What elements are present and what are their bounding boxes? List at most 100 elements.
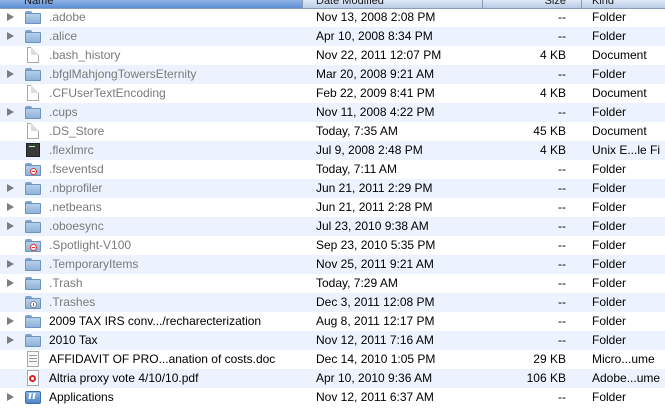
disclosure-triangle[interactable] (7, 65, 17, 84)
file-kind: Folder (592, 162, 627, 176)
file-date-modified: Dec 14, 2010 1:05 PM (316, 352, 436, 366)
file-name: .Spotlight-V100 (49, 238, 132, 252)
disclosure-triangle[interactable] (7, 255, 17, 274)
file-name: .DS_Store (49, 124, 105, 138)
file-list: .adobe Nov 13, 2008 2:08 PM -- Folder .alice… (0, 8, 665, 407)
unix-executable-icon (24, 142, 44, 161)
file-size: -- (558, 162, 566, 176)
folder-icon (24, 313, 44, 332)
file-row[interactable]: Altria proxy vote 4/10/10.pdf Apr 10, 201… (0, 369, 665, 388)
file-date-modified: Jun 21, 2011 2:28 PM (316, 200, 433, 214)
file-kind: Adobe...ume (592, 371, 661, 385)
disclosure-triangle (7, 350, 17, 369)
file-row[interactable]: .CFUserTextEncoding Feb 22, 2009 8:41 PM 4… (0, 84, 665, 103)
disclosure-triangle-icon[interactable] (7, 108, 14, 116)
disclosure-triangle[interactable] (7, 388, 17, 407)
file-date-modified: Dec 3, 2011 12:08 PM (316, 295, 435, 309)
folder-icon (24, 66, 44, 85)
file-size: -- (558, 257, 566, 271)
file-size: -- (558, 333, 566, 347)
file-row[interactable]: .bfglMahjongTowersEternity Mar 20, 2008 9… (0, 65, 665, 84)
file-row[interactable]: 2009 TAX IRS conv.../recharecterization A… (0, 312, 665, 331)
file-row[interactable]: .Spotlight-V100 Sep 23, 2010 5:35 PM -- Fol… (0, 236, 665, 255)
file-row[interactable]: .Trashes Dec 3, 2011 12:08 PM -- Folder (0, 293, 665, 312)
file-date-modified: Nov 13, 2008 2:08 PM (316, 10, 436, 24)
file-date-modified: Aug 8, 2011 12:17 PM (316, 314, 435, 328)
file-size: -- (558, 10, 566, 24)
file-name: 2010 Tax (49, 333, 98, 347)
file-kind: Folder (592, 333, 627, 347)
file-row[interactable]: .bash_history Nov 22, 2011 12:07 PM 4 KB Do… (0, 46, 665, 65)
file-date-modified: Today, 7:11 AM (316, 162, 397, 176)
file-row[interactable]: .fseventsd Today, 7:11 AM -- Folder (0, 160, 665, 179)
disclosure-triangle[interactable] (7, 331, 17, 350)
disclosure-triangle (7, 236, 17, 255)
disclosure-triangle (7, 141, 17, 160)
disclosure-triangle-icon[interactable] (7, 260, 14, 268)
file-row[interactable]: 2010 Tax Nov 12, 2011 7:16 AM -- Folder (0, 331, 665, 350)
file-row[interactable]: AFFIDAVIT OF PRO...anation of costs.doc D… (0, 350, 665, 369)
disclosure-triangle[interactable] (7, 103, 17, 122)
column-header-name[interactable]: Name (24, 0, 294, 8)
file-date-modified: Mar 20, 2008 9:21 AM (316, 67, 435, 81)
file-row[interactable]: .netbeans Jun 21, 2011 2:28 PM -- Folder (0, 198, 665, 217)
column-separator[interactable] (482, 0, 483, 8)
disclosure-triangle-icon[interactable] (7, 70, 14, 78)
file-row[interactable]: Applications Nov 12, 2011 6:37 AM -- Folder (0, 388, 665, 407)
file-date-modified: Nov 12, 2011 6:37 AM (316, 390, 434, 404)
disclosure-triangle-icon[interactable] (7, 13, 14, 21)
file-size: -- (558, 219, 566, 233)
word-document-icon (24, 351, 44, 370)
disclosure-triangle-icon[interactable] (7, 336, 14, 344)
file-size: -- (558, 29, 566, 43)
disclosure-triangle-icon[interactable] (7, 32, 14, 40)
disclosure-triangle-icon[interactable] (7, 203, 14, 211)
folder-icon (24, 256, 44, 275)
disclosure-triangle[interactable] (7, 198, 17, 217)
file-name: Applications (49, 390, 114, 404)
file-row[interactable]: .cups Nov 11, 2008 4:22 PM -- Folder (0, 103, 665, 122)
file-row[interactable]: .DS_Store Today, 7:35 AM 45 KB Document (0, 122, 665, 141)
folder-icon (24, 9, 44, 28)
file-size: 4 KB (539, 86, 566, 100)
column-separator[interactable] (581, 0, 582, 8)
disclosure-triangle-icon[interactable] (7, 279, 14, 287)
file-row[interactable]: .TemporaryItems Nov 25, 2011 9:21 AM -- Fol… (0, 255, 665, 274)
file-kind: Folder (592, 314, 627, 328)
file-kind: Folder (592, 105, 627, 119)
file-size: -- (558, 200, 566, 214)
disclosure-triangle[interactable] (7, 8, 17, 27)
file-row[interactable]: .adobe Nov 13, 2008 2:08 PM -- Folder (0, 8, 665, 27)
column-header-kind[interactable]: Kind (592, 0, 662, 8)
file-size: 4 KB (539, 48, 566, 62)
folder-icon (24, 275, 44, 294)
disclosure-triangle[interactable] (7, 179, 17, 198)
file-kind: Folder (592, 257, 627, 271)
file-date-modified: Jul 9, 2008 2:48 PM (316, 143, 423, 157)
file-row[interactable]: .oboesync Jul 23, 2010 9:38 AM -- Folder (0, 217, 665, 236)
disclosure-triangle-icon[interactable] (7, 317, 14, 325)
disclosure-triangle[interactable] (7, 27, 17, 46)
pdf-document-icon (24, 370, 44, 389)
column-header-date-modified[interactable]: Date Modified (316, 0, 476, 8)
file-row[interactable]: .Trash Today, 7:29 AM -- Folder (0, 274, 665, 293)
file-row[interactable]: .flexlmrc Jul 9, 2008 2:48 PM 4 KB Unix E..… (0, 141, 665, 160)
disclosure-triangle[interactable] (7, 274, 17, 293)
folder-icon (24, 104, 44, 123)
file-size: -- (558, 181, 566, 195)
disclosure-triangle-icon[interactable] (7, 393, 14, 401)
file-kind: Document (592, 86, 647, 100)
file-row[interactable]: .alice Apr 10, 2008 8:34 PM -- Folder (0, 27, 665, 46)
file-row[interactable]: .nbprofiler Jun 21, 2011 2:29 PM -- Folder (0, 179, 665, 198)
disclosure-triangle[interactable] (7, 217, 17, 236)
disclosure-triangle-icon[interactable] (7, 184, 14, 192)
disclosure-triangle (7, 369, 17, 388)
file-name: .cups (49, 105, 78, 119)
disclosure-triangle-icon[interactable] (7, 222, 14, 230)
folder-icon (24, 28, 44, 47)
file-name: .oboesync (49, 219, 104, 233)
column-header-size[interactable]: Size (540, 0, 566, 8)
column-separator[interactable] (302, 0, 303, 8)
file-name: Altria proxy vote 4/10/10.pdf (49, 371, 199, 385)
disclosure-triangle[interactable] (7, 312, 17, 331)
